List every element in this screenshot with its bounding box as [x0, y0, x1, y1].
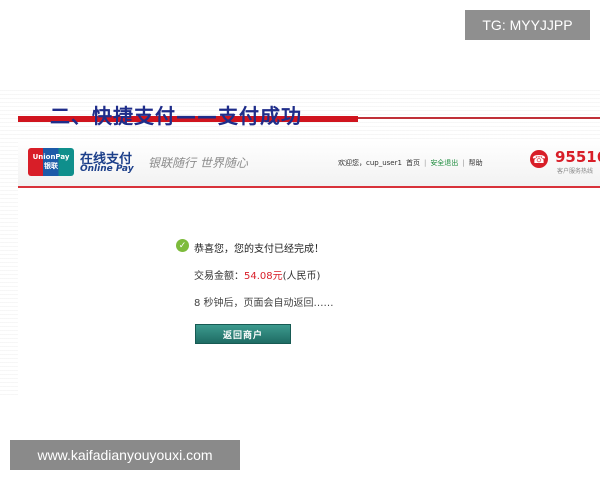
nav-help[interactable]: 帮助 — [469, 158, 483, 168]
nav-home[interactable]: 首页 — [406, 158, 420, 168]
slogan: 银联随行 世界随心 — [148, 156, 248, 170]
top-nav: 欢迎您，cup_user1 首页 | 安全退出 | 帮助 — [338, 158, 483, 168]
slide-heading: 二、快捷支付——支付成功 — [50, 104, 302, 128]
return-merchant-button[interactable]: 返回商户 — [195, 324, 291, 344]
check-icon: ✓ — [176, 239, 189, 252]
site-header: UnionPay 银联 在线支付 Online Pay 银联随行 世界随心 欢迎… — [18, 140, 600, 188]
logo-line2: 银联 — [44, 162, 58, 170]
phone-icon: ☎ — [530, 150, 548, 168]
nav-separator: | — [462, 159, 465, 167]
hotline-caption: 客户服务热线 — [557, 168, 594, 175]
welcome-text: 欢迎您，cup_user1 — [338, 159, 402, 167]
amount-row: 交易金额：54.08元(人民币) — [194, 267, 320, 282]
bottom-watermark: www.kaifadianyouyouxi.com — [10, 440, 240, 470]
nav-logout[interactable]: 安全退出 — [430, 158, 458, 168]
success-message: 恭喜您，您的支付已经完成！ — [194, 244, 324, 255]
unionpay-logo[interactable]: UnionPay 银联 — [28, 148, 74, 176]
payment-page: UnionPay 银联 在线支付 Online Pay 银联随行 世界随心 欢迎… — [18, 140, 600, 395]
nav-separator: | — [423, 159, 427, 167]
top-watermark: TG: MYYJJPP — [465, 10, 590, 40]
amount-label: 交易金额： — [194, 271, 244, 282]
amount-unit: (人民币) — [282, 271, 321, 282]
slide: 二、快捷支付——支付成功 UnionPay 银联 在线支付 Online Pay… — [0, 90, 600, 395]
brand-en: Online Pay — [80, 164, 134, 174]
logo-line1: UnionPay — [32, 153, 70, 161]
hotline-number: 95516 — [555, 148, 600, 166]
redirect-message: 8 秒钟后，页面会自动返回…… — [194, 298, 334, 309]
heading-rule — [358, 117, 600, 119]
amount-value: 54.08元 — [244, 271, 283, 282]
result-content: ✓ 恭喜您，您的支付已经完成！ 交易金额：54.08元(人民币) 8 秒钟后，页… — [18, 186, 600, 395]
